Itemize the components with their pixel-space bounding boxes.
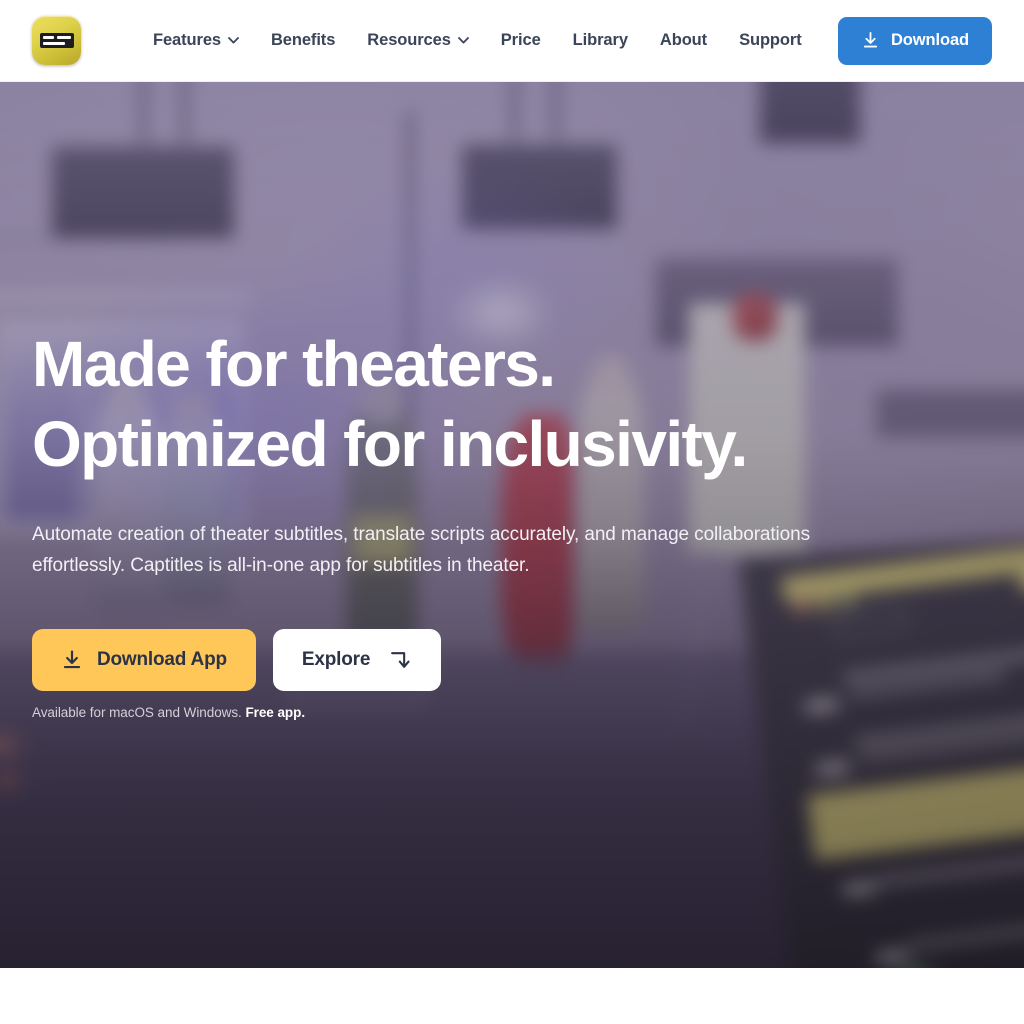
nav-item-label: Support xyxy=(739,31,802,49)
chevron-down-icon xyxy=(457,37,469,44)
header-download-button[interactable]: Download xyxy=(837,16,992,65)
nav-item-library[interactable]: Library xyxy=(557,23,644,58)
hero-subtitle: Automate creation of theater subtitles, … xyxy=(32,524,811,576)
chevron-down-icon xyxy=(228,37,239,44)
hero-title-line-1: Made for theaters. xyxy=(32,328,556,400)
explore-button[interactable]: Explore xyxy=(272,629,442,691)
hero-cta-group: Download App Explore xyxy=(32,629,952,691)
availability-text: Available for macOS and Windows. xyxy=(32,705,242,720)
availability-emphasis: Free app. xyxy=(245,705,306,720)
nav-item-support[interactable]: Support xyxy=(723,23,818,58)
logo-subtitle-bar-icon xyxy=(39,33,74,48)
download-icon xyxy=(863,31,878,48)
captitles-logo[interactable] xyxy=(32,16,81,65)
nav-item-label: Price xyxy=(500,31,541,49)
availability-note: Available for macOS and Windows. Free ap… xyxy=(32,705,952,720)
header-download-label: Download xyxy=(890,31,969,49)
nav-item-label: Library xyxy=(572,31,628,49)
hero-title-line-2: Optimized for inclusivity. xyxy=(32,408,748,480)
hero-section: Made for theaters. Optimized for inclusi… xyxy=(0,82,1024,968)
nav-item-resources[interactable]: Resources xyxy=(351,23,484,58)
landing-page: Features Benefits Resources Price Librar… xyxy=(0,0,1024,1024)
arrow-turn-down-icon xyxy=(391,651,410,668)
main-navigation: Features Benefits Resources Price Librar… xyxy=(137,23,818,58)
nav-item-benefits[interactable]: Benefits xyxy=(255,23,351,58)
site-header: Features Benefits Resources Price Librar… xyxy=(0,0,1024,82)
hero-content: Made for theaters. Optimized for inclusi… xyxy=(32,324,952,720)
download-icon xyxy=(63,650,81,669)
page-title: Made for theaters. Optimized for inclusi… xyxy=(32,324,952,484)
nav-item-features[interactable]: Features xyxy=(137,23,255,58)
page-bottom-area xyxy=(0,968,1024,1024)
download-app-button[interactable]: Download App xyxy=(32,629,256,691)
logo-line-3 xyxy=(42,42,65,45)
explore-label: Explore xyxy=(301,649,371,670)
nav-item-label: Features xyxy=(153,31,221,49)
download-app-label: Download App xyxy=(97,649,227,670)
nav-item-label: Resources xyxy=(367,31,451,49)
nav-item-label: Benefits xyxy=(270,31,336,49)
nav-item-about[interactable]: About xyxy=(644,23,723,58)
nav-item-label: About xyxy=(659,31,708,49)
nav-item-price[interactable]: Price xyxy=(485,23,557,58)
